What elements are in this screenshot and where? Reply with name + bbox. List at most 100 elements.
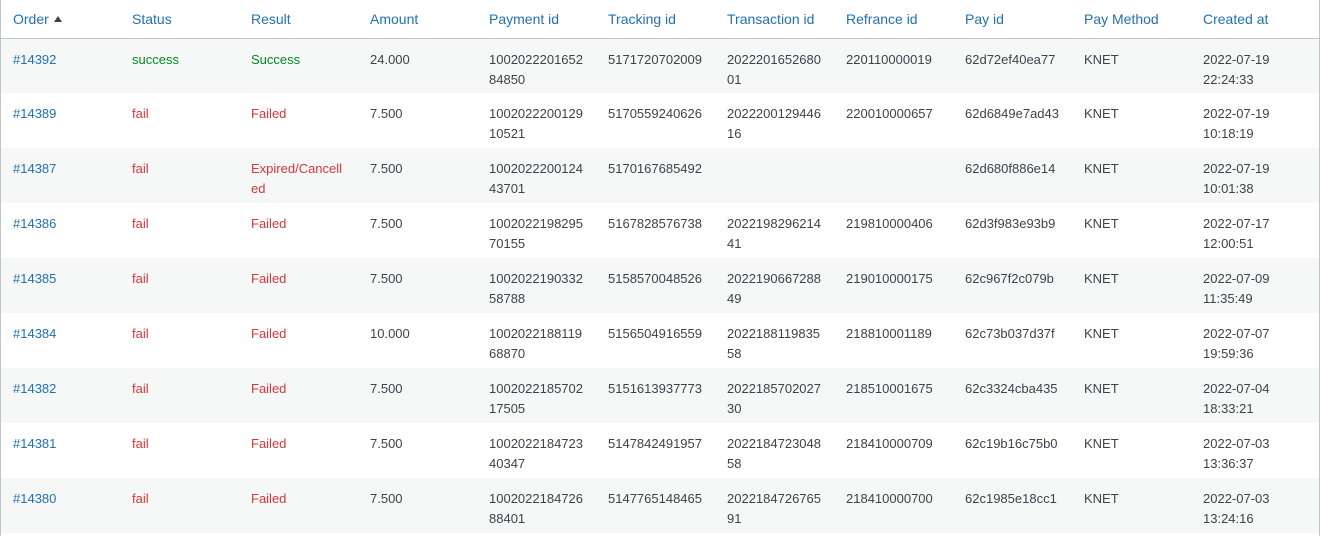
transaction-id-cell: 202218811983558 <box>727 326 821 361</box>
created-at-cell: 2022-07-19 10:18:19 <box>1203 106 1270 141</box>
pay-id-cell: 62d6849e7ad43 <box>965 106 1059 121</box>
payment-id-cell: 100202218472340347 <box>489 436 583 471</box>
status-cell: success <box>132 51 179 67</box>
payment-id-cell: 100202219829570155 <box>489 216 583 251</box>
pay-id-cell: 62c19b16c75b0 <box>965 436 1058 451</box>
column-header-label: Transaction id <box>727 10 815 27</box>
order-link[interactable]: #14381 <box>13 436 56 451</box>
column-header-payment-id[interactable]: Payment id <box>477 0 596 38</box>
order-cell: #14387 <box>1 148 120 203</box>
pay-id-cell: 62c3324cba435 <box>965 381 1058 396</box>
column-header-transaction-id[interactable]: Transaction id <box>715 0 834 38</box>
column-header-amount[interactable]: Amount <box>358 0 477 38</box>
pay-method-cell: KNET <box>1084 51 1119 67</box>
order-link[interactable]: #14389 <box>13 106 56 121</box>
pay-id-cell: 62c1985e18cc1 <box>965 491 1057 506</box>
created-at-cell: 2022-07-09 11:35:49 <box>1203 271 1270 306</box>
transaction-id-cell: 202219829621441 <box>727 216 821 251</box>
amount-cell: 7.500 <box>370 216 403 231</box>
column-header-label: Tracking id <box>608 10 676 27</box>
tracking-id-cell: 5171720702009 <box>608 51 702 67</box>
column-header-result[interactable]: Result <box>239 0 358 38</box>
column-header-label: Pay id <box>965 10 1004 27</box>
column-header-refrance-id[interactable]: Refrance id <box>834 0 953 38</box>
order-link[interactable]: #14392 <box>13 52 56 67</box>
refrance-id-cell: 218510001675 <box>846 381 933 396</box>
column-header-pay-method[interactable]: Pay Method <box>1072 0 1191 38</box>
payment-id-cell: 100202220012910521 <box>489 106 583 141</box>
order-cell: #14386 <box>1 203 120 258</box>
order-link[interactable]: #14382 <box>13 381 56 396</box>
status-cell: fail <box>132 436 149 451</box>
status-cell: fail <box>132 271 149 286</box>
order-link[interactable]: #14384 <box>13 326 56 341</box>
amount-cell: 10.000 <box>370 326 410 341</box>
payment-id-cell: 100202220012443701 <box>489 161 583 196</box>
payment-id-cell: 100202219033258788 <box>489 271 583 306</box>
pay-method-cell: KNET <box>1084 381 1119 396</box>
refrance-id-cell <box>834 148 953 203</box>
status-cell: fail <box>132 326 149 341</box>
table-row: #14387 fail Expired/Cancelled 7.500 10020222… <box>1 148 1319 203</box>
pay-method-cell: KNET <box>1084 106 1119 121</box>
order-cell: #14385 <box>1 258 120 313</box>
amount-cell: 7.500 <box>370 381 403 396</box>
payment-id-cell: 100202218472688401 <box>489 491 583 526</box>
column-header-label: Pay Method <box>1084 10 1159 27</box>
created-at-cell: 2022-07-03 13:24:16 <box>1203 491 1270 526</box>
tracking-id-cell: 5147842491957 <box>608 436 702 451</box>
result-cell: Failed <box>251 436 287 451</box>
result-cell: Failed <box>251 216 287 231</box>
payments-table-container: Order Status Result Amount Payment id Tr… <box>0 0 1320 536</box>
column-header-label: Result <box>251 10 291 27</box>
created-at-cell: 2022-07-17 12:00:51 <box>1203 216 1270 251</box>
table-row: #14384 fail Failed 10.000 100202218811968870… <box>1 313 1319 368</box>
created-at-cell: 2022-07-07 19:59:36 <box>1203 326 1270 361</box>
status-cell: fail <box>132 491 149 506</box>
result-cell: Failed <box>251 106 287 121</box>
created-at-cell: 2022-07-19 22:24:33 <box>1203 51 1270 87</box>
created-at-cell: 2022-07-04 18:33:21 <box>1203 381 1270 416</box>
payment-id-cell: 100202218811968870 <box>489 326 583 361</box>
order-cell: #14382 <box>1 368 120 423</box>
column-header-pay-id[interactable]: Pay id <box>953 0 1072 38</box>
table-header-row: Order Status Result Amount Payment id Tr… <box>1 0 1319 38</box>
status-cell: fail <box>132 216 149 231</box>
order-link[interactable]: #14385 <box>13 271 56 286</box>
result-cell: Failed <box>251 271 287 286</box>
result-cell: Failed <box>251 326 287 341</box>
column-header-status[interactable]: Status <box>120 0 239 38</box>
order-cell: #14392 <box>1 38 120 93</box>
transaction-id-cell: 202219066728849 <box>727 271 821 306</box>
tracking-id-cell: 5170167685492 <box>608 161 702 176</box>
payment-id-cell: 100202220165284850 <box>489 51 583 87</box>
table-row: #14385 fail Failed 7.500 100202219033258788 5… <box>1 258 1319 313</box>
column-header-label: Created at <box>1203 10 1269 27</box>
refrance-id-cell: 218810001189 <box>846 326 932 341</box>
order-link[interactable]: #14386 <box>13 216 56 231</box>
refrance-id-cell: 218410000709 <box>846 436 933 451</box>
transaction-id-cell: 202218472304858 <box>727 436 821 471</box>
tracking-id-cell: 5170559240626 <box>608 106 702 121</box>
pay-id-cell: 62c73b037d37f <box>965 326 1055 341</box>
table-row: #14389 fail Failed 7.500 100202220012910521 5… <box>1 93 1319 148</box>
order-cell: #14380 <box>1 478 120 533</box>
column-header-created-at[interactable]: Created at <box>1191 0 1319 38</box>
amount-cell: 7.500 <box>370 271 403 286</box>
result-cell: Failed <box>251 491 287 506</box>
pay-method-cell: KNET <box>1084 436 1119 451</box>
transaction-id-cell: 202220165268001 <box>727 51 821 87</box>
order-link[interactable]: #14380 <box>13 491 56 506</box>
transaction-id-cell: 202218570202730 <box>727 381 821 416</box>
tracking-id-cell: 5147765148465 <box>608 491 702 506</box>
transaction-id-cell <box>715 148 834 203</box>
created-at-cell: 2022-07-19 10:01:38 <box>1203 161 1270 196</box>
order-cell: #14384 <box>1 313 120 368</box>
column-header-tracking-id[interactable]: Tracking id <box>596 0 715 38</box>
amount-cell: 7.500 <box>370 436 403 451</box>
column-header-order[interactable]: Order <box>1 0 120 38</box>
pay-id-cell: 62d3f983e93b9 <box>965 216 1056 231</box>
status-cell: fail <box>132 106 149 121</box>
order-link[interactable]: #14387 <box>13 161 56 176</box>
created-at-cell: 2022-07-03 13:36:37 <box>1203 436 1270 471</box>
